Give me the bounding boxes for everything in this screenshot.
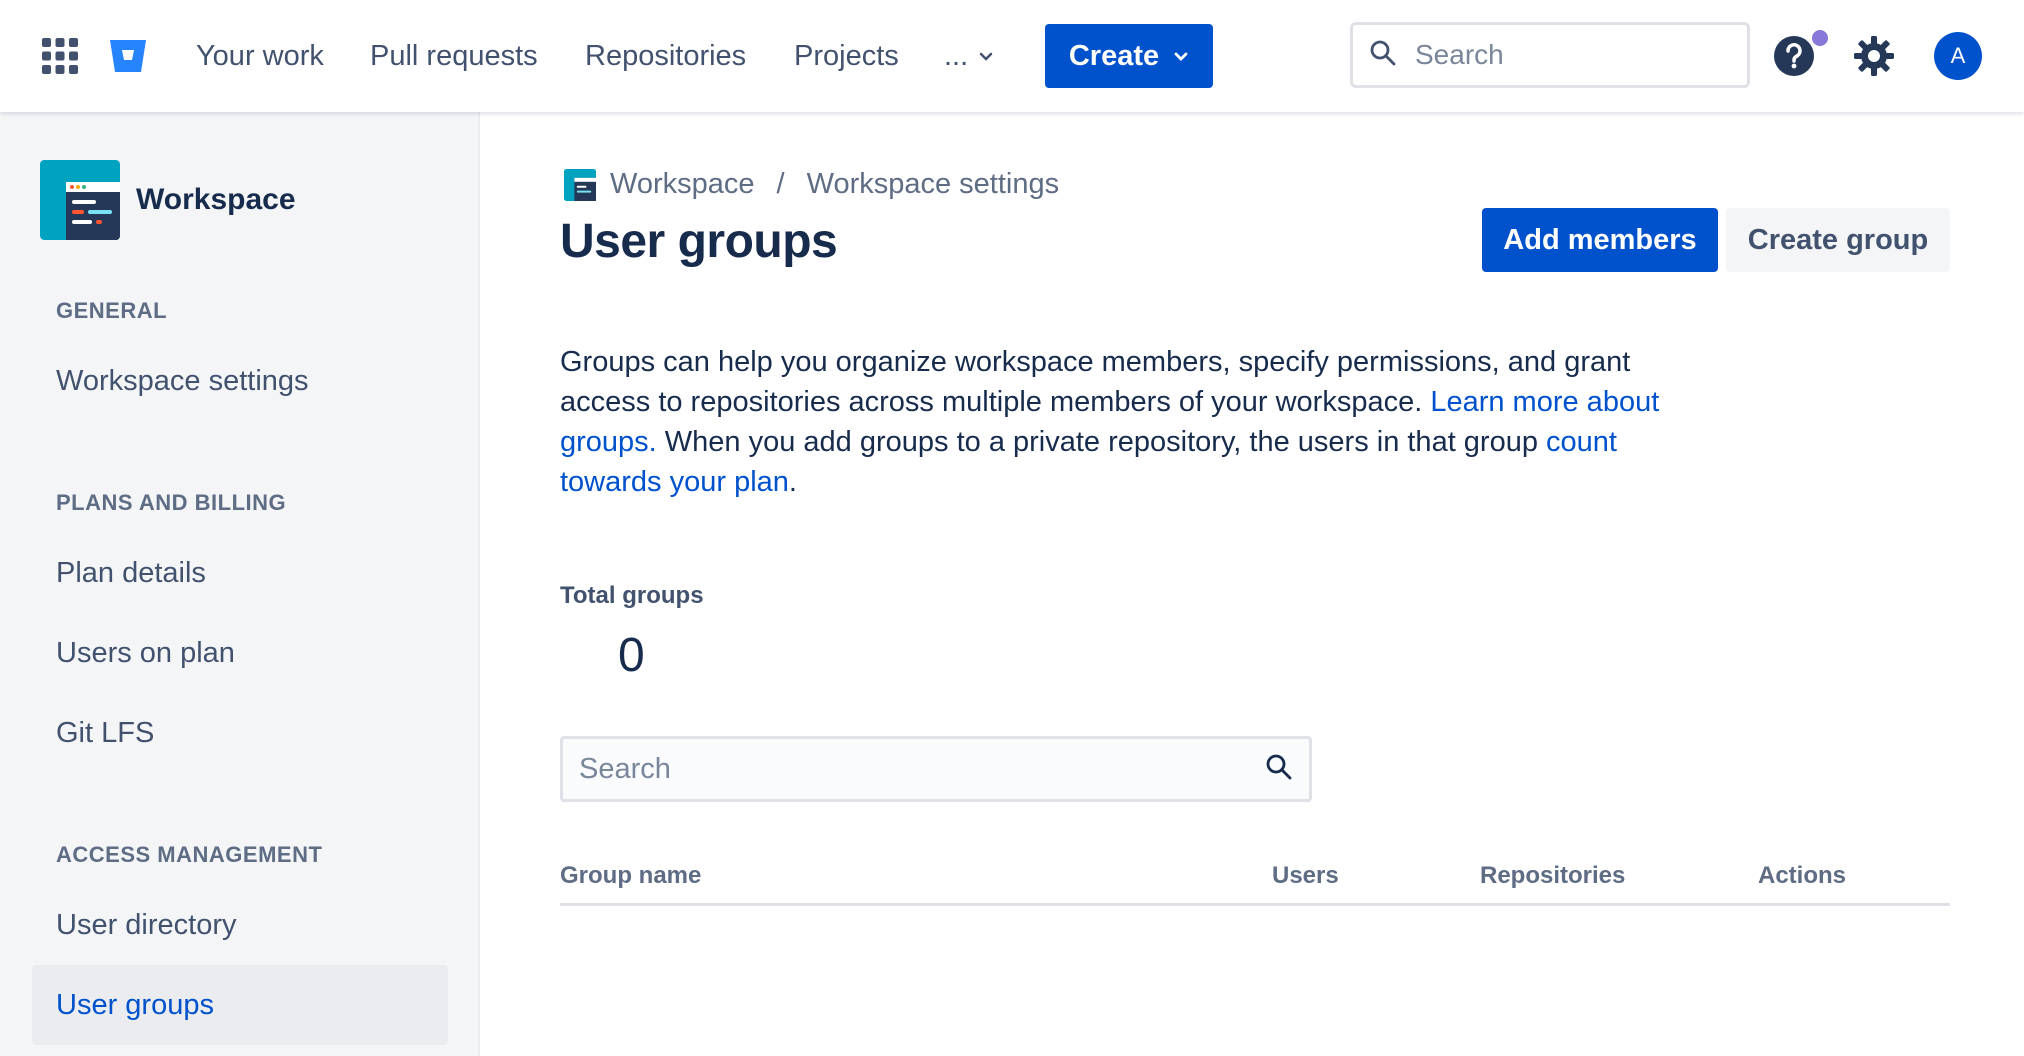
column-header-group-name[interactable]: Group name — [560, 862, 701, 890]
chevron-down-icon — [1173, 40, 1189, 73]
nav-your-work[interactable]: Your work — [196, 36, 324, 76]
sidebar-item-plan-details[interactable]: Plan details — [32, 533, 448, 613]
workspace-logo-icon — [40, 160, 120, 240]
create-button[interactable]: Create — [1045, 24, 1213, 88]
avatar[interactable]: A — [1934, 32, 1982, 80]
chevron-down-icon — [978, 36, 994, 76]
column-header-repositories[interactable]: Repositories — [1480, 862, 1625, 890]
bitbucket-logo-icon[interactable] — [108, 36, 148, 76]
sidebar-item-user-groups[interactable]: User groups — [32, 965, 448, 1045]
sidebar-item-users-on-plan[interactable]: Users on plan — [32, 613, 448, 693]
page-description: Groups can help you organize workspace m… — [560, 342, 1700, 502]
global-search-input[interactable] — [1415, 39, 1715, 71]
breadcrumb-workspace[interactable]: Workspace — [610, 168, 755, 201]
workspace-header[interactable]: Workspace — [40, 160, 296, 240]
total-groups-label: Total groups — [560, 582, 704, 609]
gear-icon[interactable] — [1852, 34, 1896, 78]
global-search[interactable] — [1350, 22, 1750, 88]
nav-repositories[interactable]: Repositories — [585, 36, 746, 76]
sidebar-heading-access-management: ACCESS MANAGEMENT — [56, 842, 323, 867]
create-group-button[interactable]: Create group — [1726, 208, 1950, 272]
add-members-button[interactable]: Add members — [1482, 208, 1718, 272]
breadcrumb-workspace-settings[interactable]: Workspace settings — [807, 168, 1060, 201]
sidebar-heading-general: GENERAL — [56, 298, 168, 323]
column-header-actions: Actions — [1758, 862, 1847, 889]
nav-pull-requests[interactable]: Pull requests — [370, 36, 538, 76]
notification-dot — [1812, 30, 1828, 46]
page-title: User groups — [560, 215, 838, 268]
search-icon — [1369, 39, 1397, 72]
sidebar-heading-plans-and-billing: PLANS AND BILLING — [56, 490, 287, 515]
sidebar-item-user-directory[interactable]: User directory — [32, 885, 448, 965]
create-button-label: Create — [1068, 39, 1160, 72]
help-icon[interactable] — [1772, 34, 1816, 78]
nav-more-label: ... — [944, 40, 969, 72]
groups-table-header: Group name Users Repositories Actions — [560, 854, 1950, 906]
description-text: When you add groups to a private reposit… — [656, 426, 1547, 458]
nav-projects[interactable]: Projects — [794, 36, 899, 76]
group-search[interactable] — [560, 736, 1312, 802]
sidebar: Workspace GENERAL Workspace settings PLA… — [0, 112, 480, 1056]
sidebar-item-git-lfs[interactable]: Git LFS — [32, 693, 448, 773]
nav-more-dropdown[interactable]: ... — [944, 36, 994, 76]
workspace-name: Workspace — [136, 183, 296, 216]
search-icon[interactable] — [1265, 753, 1293, 786]
description-text: . — [788, 466, 797, 498]
column-header-users[interactable]: Users — [1272, 862, 1339, 890]
total-groups-value: 0 — [618, 629, 645, 682]
breadcrumb-separator: / — [776, 168, 785, 200]
sidebar-item-workspace-settings[interactable]: Workspace settings — [32, 341, 448, 421]
top-navigation: Your work Pull requests Repositories Pro… — [0, 0, 2024, 112]
workspace-logo-icon — [564, 168, 596, 201]
group-search-input[interactable] — [579, 752, 1265, 786]
app-switcher-icon[interactable] — [42, 38, 78, 74]
breadcrumb: Workspace / Workspace settings — [564, 168, 1059, 201]
main-content: Workspace / Workspace settings User grou… — [480, 112, 2024, 1056]
